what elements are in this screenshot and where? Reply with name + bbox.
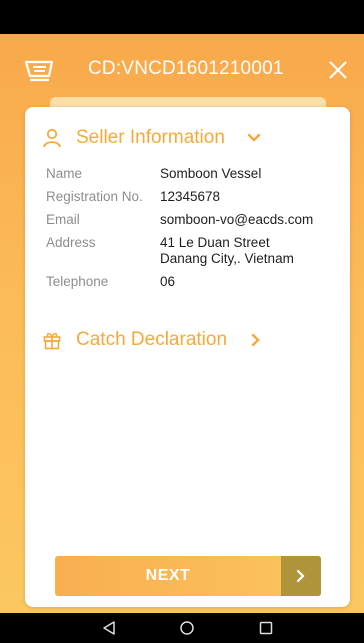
address-value-line2: Danang City,. Vietnam	[160, 251, 294, 266]
back-triangle-icon[interactable]	[101, 620, 117, 636]
status-bar	[0, 0, 364, 34]
seller-info-header[interactable]: Seller Information	[42, 127, 261, 149]
chevron-right-icon	[249, 333, 263, 347]
chevron-down-icon	[247, 131, 261, 145]
name-value: Somboon Vessel	[160, 166, 262, 181]
telephone-value: 06	[160, 274, 176, 289]
catch-declaration-title: Catch Declaration	[76, 329, 228, 350]
telephone-label: Telephone	[46, 274, 109, 289]
home-circle-icon[interactable]	[179, 620, 195, 636]
address-value-line1: 41 Le Duan Street	[160, 235, 270, 250]
next-button-label: NEXT	[145, 567, 191, 584]
page-title: CD:VNCD1601210001	[88, 58, 284, 79]
seller-info-title: Seller Information	[76, 127, 225, 148]
close-icon[interactable]	[328, 60, 348, 80]
registration-label: Registration No.	[46, 189, 143, 204]
email-label: Email	[46, 212, 80, 227]
recents-square-icon[interactable]	[258, 620, 274, 636]
registration-value: 12345678	[160, 189, 221, 204]
declaration-card: Seller Information Name Somboon Vessel R…	[25, 107, 350, 607]
cart-icon[interactable]	[24, 59, 54, 83]
app-screen: CD:VNCD1601210001 Seller Information Nam…	[0, 34, 364, 613]
next-button[interactable]: NEXT	[55, 556, 321, 596]
name-label: Name	[46, 166, 83, 181]
address-label: Address	[46, 235, 96, 250]
chevron-right-icon	[281, 556, 321, 596]
system-nav-bar	[0, 613, 364, 643]
user-icon	[42, 128, 62, 148]
email-value: somboon-vo@eacds.com	[160, 212, 314, 227]
catch-declaration-header[interactable]: Catch Declaration	[42, 329, 263, 351]
gift-box-icon	[42, 330, 62, 350]
